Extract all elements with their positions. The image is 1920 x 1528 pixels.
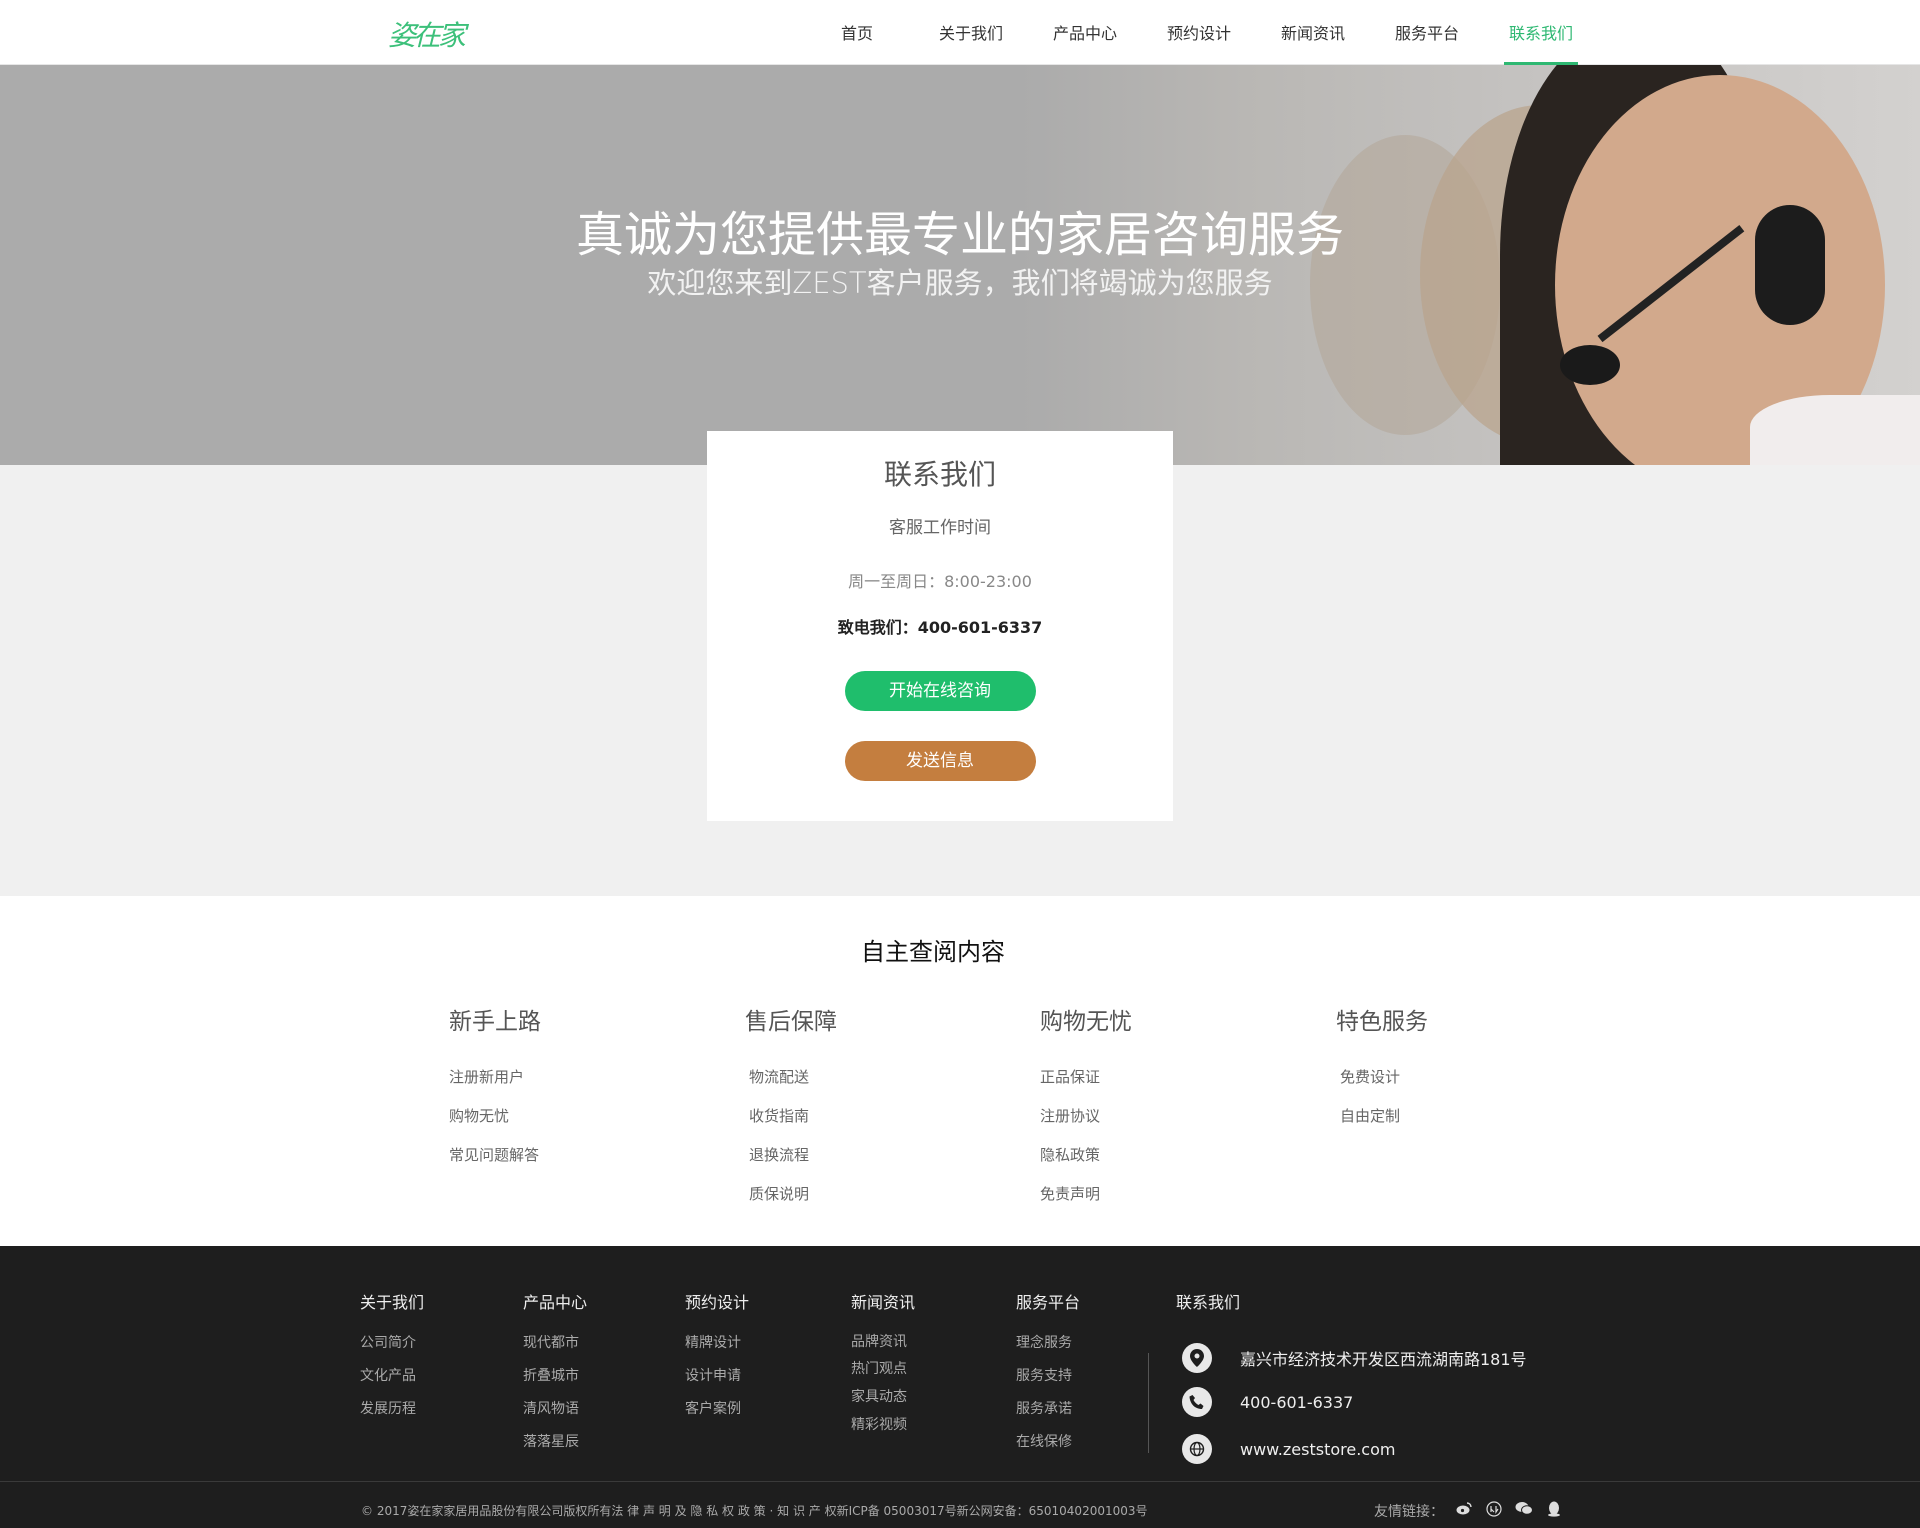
footer-link[interactable]: 发展历程	[360, 1393, 424, 1426]
phone-icon	[1182, 1387, 1212, 1417]
headset-mic-tip	[1560, 345, 1620, 385]
footer-bottom-divider	[0, 1481, 1920, 1482]
footer-link[interactable]: 清风物语	[523, 1393, 587, 1426]
selfhelp-column: 售后保障 物流配送 收货指南 退换流程 质保说明	[745, 1002, 837, 1214]
selfhelp-link[interactable]: 退换流程	[745, 1136, 837, 1175]
footer-column-title[interactable]: 预约设计	[685, 1289, 749, 1313]
footer-link[interactable]: 热门观点	[851, 1355, 915, 1383]
footer-link[interactable]: 客户案例	[685, 1393, 749, 1426]
hero-banner: 真诚为您提供最专业的家居咨询服务 欢迎您来到ZEST客户服务，我们将竭诚为您服务	[0, 65, 1920, 465]
footer-link[interactable]: 家具动态	[851, 1383, 915, 1411]
footer-link[interactable]: 品牌资讯	[851, 1327, 915, 1355]
main-nav: 首页 关于我们 产品中心 预约设计 新闻资讯 服务平台 联系我们	[800, 0, 1598, 65]
footer-column: 产品中心 现代都市 折叠城市 清风物语 落落星辰	[523, 1289, 587, 1459]
selfhelp-link[interactable]: 免责声明	[1040, 1175, 1132, 1214]
selfhelp-section: 自主查阅内容 新手上路 注册新用户 购物无忧 常见问题解答 售后保障 物流配送 …	[0, 896, 1920, 1246]
selfhelp-column-title: 购物无忧	[1040, 1009, 1132, 1035]
friend-links-label: 友情链接：	[1374, 1504, 1444, 1520]
selfhelp-title: 自主查阅内容	[861, 938, 1005, 966]
footer-link[interactable]: 折叠城市	[523, 1360, 587, 1393]
selfhelp-column: 特色服务 免费设计 自由定制	[1336, 1002, 1428, 1136]
send-message-button[interactable]: 发送信息	[844, 741, 1036, 781]
nav-item-service[interactable]: 服务平台	[1370, 0, 1484, 65]
footer-divider	[1148, 1353, 1149, 1453]
site-footer: 关于我们 公司简介 文化产品 发展历程 产品中心 现代都市 折叠城市 清风物语 …	[0, 1246, 1920, 1528]
footer-link[interactable]: 精彩视频	[851, 1411, 915, 1439]
footer-address: 嘉兴市经济技术开发区西流湖南路181号	[1240, 1350, 1527, 1369]
footer-phone[interactable]: 400-601-6337	[1240, 1393, 1353, 1412]
hero-photo-shirt	[1750, 395, 1920, 465]
site-logo[interactable]: 姿在家	[388, 14, 466, 54]
footer-link[interactable]: 公司简介	[360, 1327, 424, 1360]
footer-column: 服务平台 理念服务 服务支持 服务承诺 在线保修	[1016, 1289, 1080, 1459]
location-pin-icon	[1182, 1343, 1212, 1373]
selfhelp-link[interactable]: 免费设计	[1336, 1058, 1428, 1097]
footer-website-row: www.zeststore.com	[1182, 1434, 1395, 1464]
nav-item-news[interactable]: 新闻资讯	[1256, 0, 1370, 65]
footer-link[interactable]: 服务承诺	[1016, 1393, 1080, 1426]
selfhelp-column-title: 售后保障	[745, 1009, 837, 1035]
selfhelp-column: 新手上路 注册新用户 购物无忧 常见问题解答	[449, 1002, 541, 1175]
nav-item-home[interactable]: 首页	[800, 0, 914, 65]
copyright-text: © 2017姿在家家居用品股份有限公司版权所有法 律 声 明 及 隐 私 权 政…	[361, 1504, 1148, 1518]
selfhelp-link[interactable]: 购物无忧	[449, 1097, 541, 1136]
selfhelp-link[interactable]: 正品保证	[1040, 1058, 1132, 1097]
hero-title: 真诚为您提供最专业的家居咨询服务	[575, 207, 1344, 263]
nav-item-products[interactable]: 产品中心	[1028, 0, 1142, 65]
footer-column-title[interactable]: 服务平台	[1016, 1289, 1080, 1313]
selfhelp-link[interactable]: 质保说明	[745, 1175, 837, 1214]
contact-phone: 致电我们：400-601-6337	[837, 618, 1043, 637]
selfhelp-link[interactable]: 物流配送	[745, 1058, 837, 1097]
service-hours: 周一至周日：8:00-23:00	[848, 572, 1032, 591]
service-hours-label: 客服工作时间	[889, 518, 991, 538]
footer-link[interactable]: 现代都市	[523, 1327, 587, 1360]
footer-link[interactable]: 理念服务	[1016, 1327, 1080, 1360]
contact-card-title: 联系我们	[883, 458, 996, 491]
selfhelp-link[interactable]: 隐私政策	[1040, 1136, 1132, 1175]
selfhelp-link[interactable]: 常见问题解答	[449, 1136, 541, 1175]
footer-link[interactable]: 在线保修	[1016, 1426, 1080, 1459]
footer-link[interactable]: 设计申请	[685, 1360, 749, 1393]
renren-icon[interactable]	[1484, 1501, 1504, 1521]
footer-address-row: 嘉兴市经济技术开发区西流湖南路181号	[1182, 1343, 1527, 1373]
wechat-icon[interactable]	[1514, 1501, 1534, 1521]
footer-column-title[interactable]: 产品中心	[523, 1289, 587, 1313]
selfhelp-link[interactable]: 收货指南	[745, 1097, 837, 1136]
footer-contact-title: 联系我们	[1176, 1293, 1241, 1312]
footer-link[interactable]: 落落星辰	[523, 1426, 587, 1459]
footer-column: 关于我们 公司简介 文化产品 发展历程	[360, 1289, 424, 1426]
footer-column: 新闻资讯 品牌资讯 热门观点 家具动态 精彩视频	[851, 1289, 915, 1439]
footer-column: 预约设计 精牌设计 设计申请 客户案例	[685, 1289, 749, 1426]
qq-icon[interactable]	[1544, 1501, 1564, 1521]
nav-item-about[interactable]: 关于我们	[914, 0, 1028, 65]
selfhelp-column: 购物无忧 正品保证 注册协议 隐私政策 免责声明	[1040, 1002, 1132, 1214]
footer-link[interactable]: 服务支持	[1016, 1360, 1080, 1393]
footer-link[interactable]: 文化产品	[360, 1360, 424, 1393]
selfhelp-link[interactable]: 注册新用户	[449, 1058, 541, 1097]
hero-subtitle: 欢迎您来到ZEST客户服务，我们将竭诚为您服务	[647, 266, 1273, 300]
footer-contact: 联系我们	[1176, 1289, 1240, 1327]
weibo-icon[interactable]	[1454, 1501, 1474, 1521]
footer-website[interactable]: www.zeststore.com	[1240, 1440, 1395, 1459]
footer-column-title[interactable]: 新闻资讯	[851, 1289, 915, 1313]
selfhelp-link[interactable]: 自由定制	[1336, 1097, 1428, 1136]
globe-icon	[1182, 1434, 1212, 1464]
online-consult-button[interactable]: 开始在线咨询	[844, 671, 1036, 711]
site-header: 姿在家 首页 关于我们 产品中心 预约设计 新闻资讯 服务平台 联系我们	[0, 0, 1920, 65]
friend-links: 友情链接：	[1374, 1501, 1564, 1521]
contact-card: 联系我们 客服工作时间 周一至周日：8:00-23:00 致电我们：400-60…	[707, 431, 1173, 821]
nav-item-contact[interactable]: 联系我们	[1484, 0, 1598, 65]
selfhelp-link[interactable]: 注册协议	[1040, 1097, 1132, 1136]
footer-link[interactable]: 精牌设计	[685, 1327, 749, 1360]
selfhelp-column-title: 特色服务	[1336, 1009, 1428, 1035]
selfhelp-column-title: 新手上路	[449, 1009, 541, 1035]
footer-phone-row: 400-601-6337	[1182, 1387, 1353, 1417]
nav-item-design[interactable]: 预约设计	[1142, 0, 1256, 65]
footer-column-title[interactable]: 关于我们	[360, 1289, 424, 1313]
